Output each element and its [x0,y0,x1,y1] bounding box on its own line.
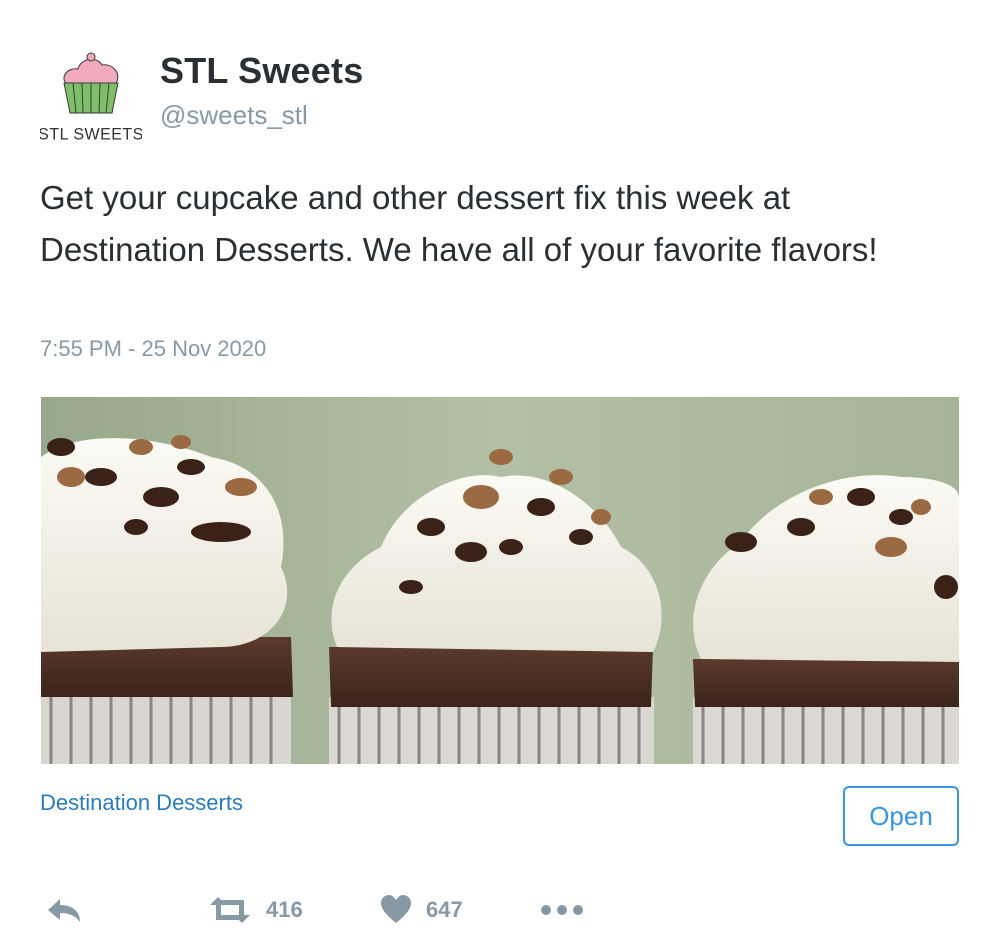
open-button[interactable]: Open [843,786,959,846]
tweet-text: Get your cupcake and other dessert fix t… [40,179,878,268]
cupcake-logo-icon: STL SWEETS [40,43,142,143]
more-button[interactable] [540,880,584,940]
more-icon [541,905,583,915]
link-card-title[interactable]: Destination Desserts [40,790,243,816]
reply-button[interactable] [46,880,82,940]
like-count: 647 [426,897,463,922]
retweet-icon [210,897,250,923]
heart-icon [381,895,411,923]
tweet-timestamp[interactable]: 7:55 PM - 25 Nov 2020 [40,336,266,362]
retweet-count: 416 [266,897,303,922]
retweet-button[interactable]: 416 [208,880,303,940]
user-handle[interactable]: @sweets_stl [160,100,308,131]
display-name[interactable]: STL Sweets [160,50,363,92]
avatar[interactable]: STL SWEETS [40,43,142,143]
svg-text:STL SWEETS: STL SWEETS [40,125,142,143]
tweet-actions: 416 647 [0,880,1000,940]
like-button[interactable]: 647 [380,880,463,940]
tweet-card: STL SWEETS STL Sweets @sweets_stl Get yo… [0,0,1000,951]
tweet-media-image[interactable] [41,397,959,764]
cupcakes-photo [41,397,959,764]
reply-icon [48,899,80,922]
